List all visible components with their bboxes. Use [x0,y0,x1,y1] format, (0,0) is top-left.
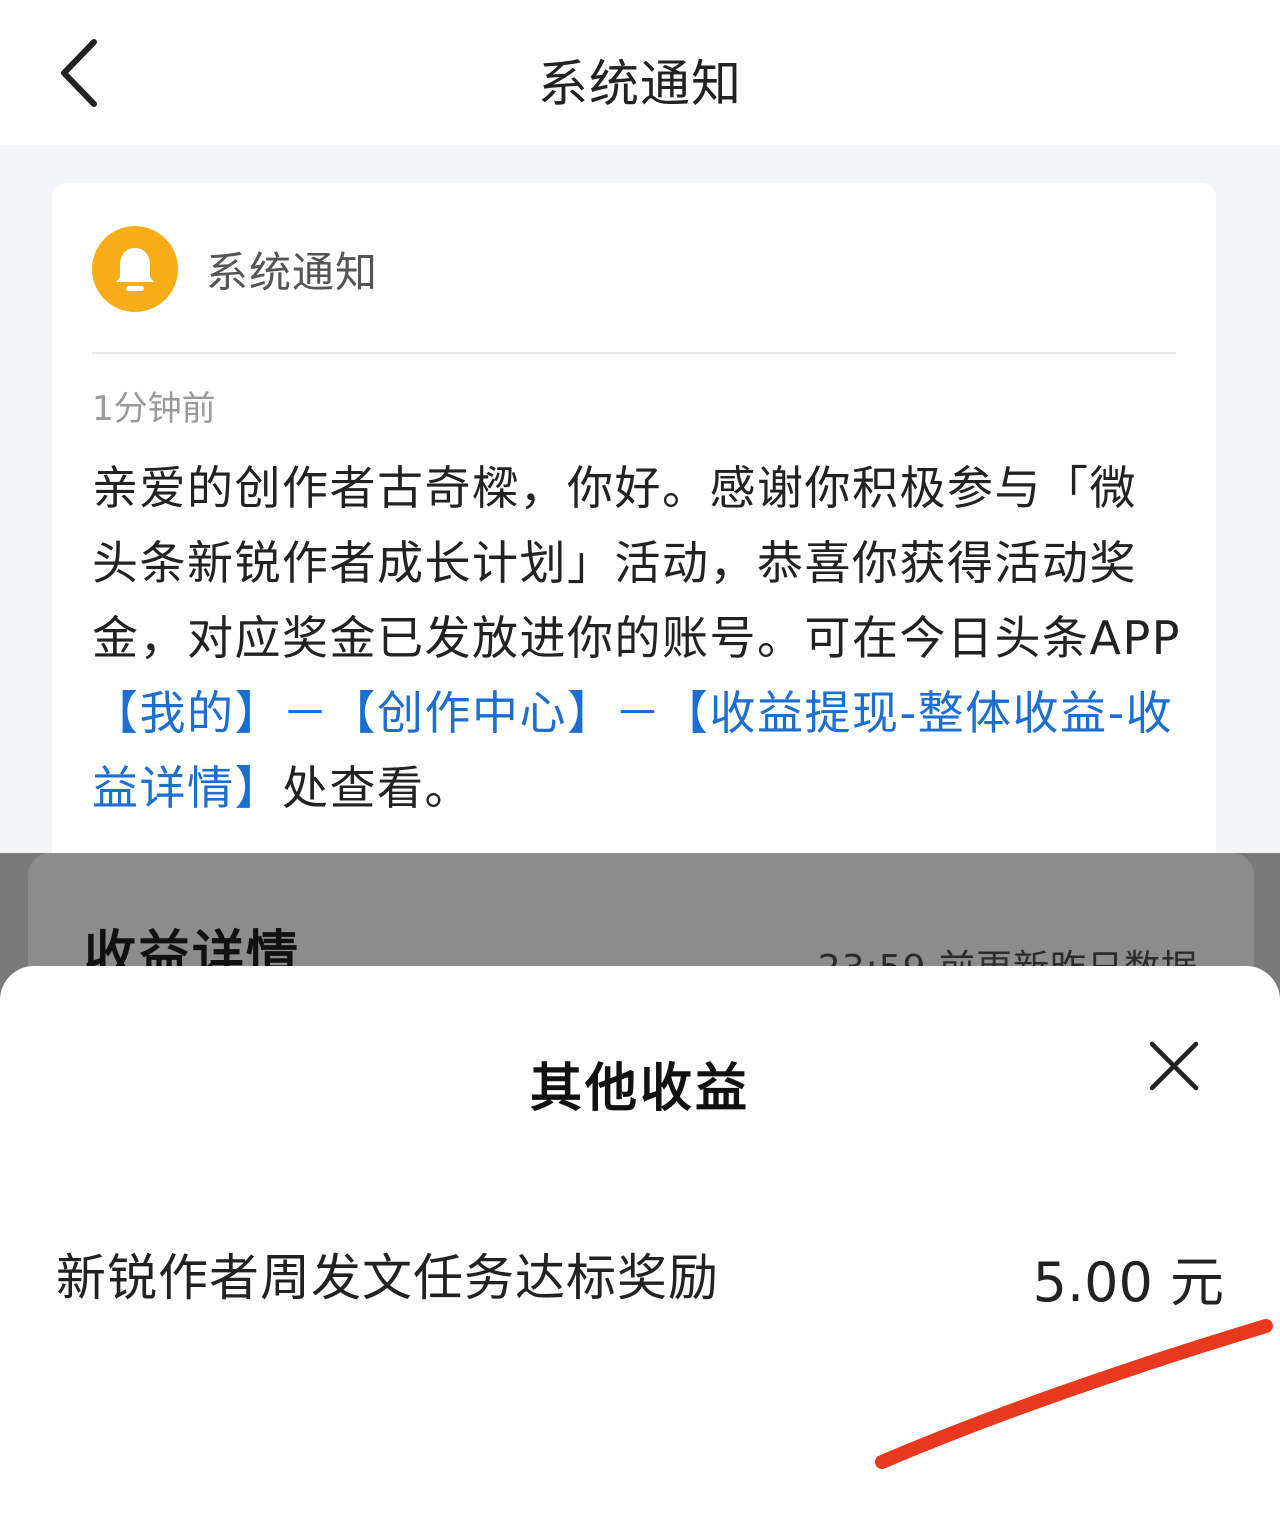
divider [92,352,1176,354]
notification-message: 亲爱的创作者古奇樑，你好。感谢你积极参与「微头条新锐作者成长计划」活动，恭喜你获… [92,451,1182,826]
message-text: 亲爱的创作者古奇樑，你好。感谢你积极参与「微头条新锐作者成长计划」活动，恭喜你获… [92,461,1181,665]
notification-sender: 系统通知 [206,247,379,297]
bell-avatar [92,226,178,312]
close-icon [1149,1041,1199,1091]
sheet-title: 其他收益 [529,1059,750,1119]
page-title: 系统通知 [538,55,742,113]
earning-item-amount: 5.00 元 [1032,1251,1224,1314]
bell-icon [116,248,154,291]
top-navbar: 系统通知 [0,0,1280,145]
message-text-end: 处查看。 [282,761,472,815]
notification-header: 系统通知 [92,225,378,313]
page: 系统通知 系统通知 1分钟前 亲爱的创作者古奇樑，你好。感谢你积极参与「微头条新… [0,0,1280,1536]
earnings-path-link[interactable]: 【我的】－【创作中心】－【收益提现-整体收益-收益详情】 [92,686,1173,815]
notification-card: 系统通知 1分钟前 亲爱的创作者古奇樑，你好。感谢你积极参与「微头条新锐作者成长… [52,183,1216,883]
other-earnings-sheet: 其他收益 新锐作者周发文任务达标奖励 5.00 元 [0,966,1280,1536]
close-button[interactable] [1144,1036,1204,1096]
earning-item-label: 新锐作者周发文任务达标奖励 [56,1249,719,1307]
notification-time: 1分钟前 [92,389,216,429]
